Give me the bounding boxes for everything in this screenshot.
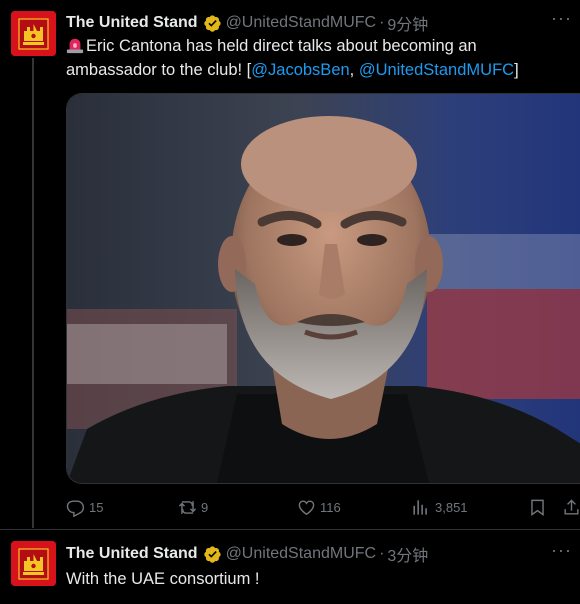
like-icon: [298, 499, 315, 515]
views-button[interactable]: 3,851: [412, 496, 468, 518]
tweet-image[interactable]: [66, 93, 580, 484]
author-handle[interactable]: @UnitedStandMUFC: [226, 14, 377, 32]
tweet[interactable]: The United Stand @UnitedStandMUFC · 9分钟 …: [0, 0, 580, 528]
reply-count: 15: [89, 499, 104, 515]
siren-emoji: [66, 38, 84, 54]
like-button[interactable]: 116: [297, 496, 341, 518]
mention-link[interactable]: @JacobsBen: [251, 61, 349, 79]
timestamp[interactable]: 9分钟: [387, 11, 428, 35]
tweet-text: 🚨Eric Cantona has held direct talks abou…: [66, 34, 566, 82]
verified-icon: [203, 545, 221, 563]
tweet-text-comma: ,: [349, 61, 359, 79]
tweet-header: The United Stand @UnitedStandMUFC · 9分钟: [66, 11, 428, 35]
tweet-actions: 15 9 116 3,851: [66, 496, 580, 518]
tweet-text: With the UAE consortium !: [66, 567, 566, 591]
views-icon: [413, 499, 427, 515]
tweet-text-main: With the UAE consortium !: [66, 570, 260, 588]
more-icon[interactable]: ···: [551, 540, 572, 561]
author-name[interactable]: The United Stand: [66, 545, 198, 563]
avatar[interactable]: [11, 541, 56, 586]
author-handle[interactable]: @UnitedStandMUFC: [226, 545, 377, 563]
club-crest-icon: [11, 541, 56, 586]
author-name[interactable]: The United Stand: [66, 14, 198, 32]
avatar[interactable]: [11, 11, 56, 56]
separator: ·: [379, 545, 385, 562]
bookmark-button[interactable]: [528, 496, 551, 518]
like-count: 116: [320, 499, 341, 515]
tweet-divider: [0, 529, 580, 530]
more-icon[interactable]: ···: [551, 8, 572, 29]
reply-icon: [66, 499, 85, 517]
retweet-count: 9: [201, 499, 209, 515]
views-count: 3,851: [435, 499, 468, 515]
retweet-button[interactable]: 9: [178, 496, 208, 518]
club-crest-icon: [11, 11, 56, 56]
share-button[interactable]: [562, 496, 580, 518]
share-icon: [564, 498, 579, 515]
verified-icon: [203, 14, 221, 32]
portrait-photo: [67, 94, 580, 483]
reply-button[interactable]: 15: [66, 496, 103, 518]
tweet-header: The United Stand @UnitedStandMUFC · 3分钟: [66, 542, 428, 566]
tweet-text-end: ]: [514, 61, 519, 79]
bookmark-icon: [531, 499, 544, 516]
timestamp[interactable]: 3分钟: [387, 542, 428, 566]
separator: ·: [379, 14, 385, 31]
retweet-icon: [178, 500, 197, 514]
mention-link[interactable]: @UnitedStandMUFC: [359, 61, 514, 79]
tweet[interactable]: The United Stand @UnitedStandMUFC · 3分钟 …: [0, 532, 580, 604]
